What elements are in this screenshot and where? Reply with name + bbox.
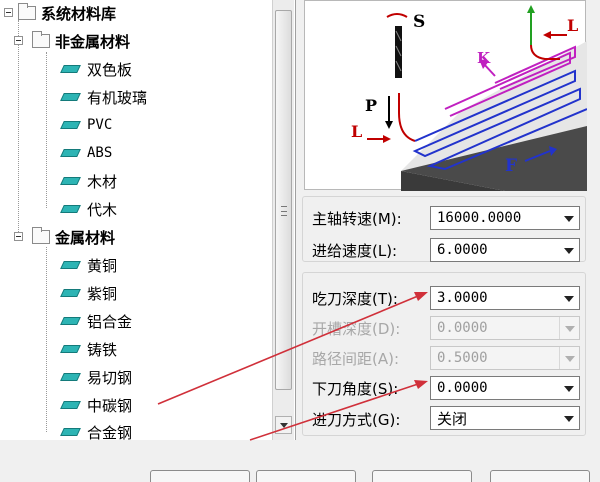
bottom-button-4[interactable] — [490, 470, 590, 482]
tree-item[interactable]: 代木 — [60, 198, 117, 220]
tree-item[interactable]: 紫铜 — [60, 282, 117, 304]
label-l-top: L — [567, 16, 578, 35]
rotation-arrow-icon — [386, 13, 408, 18]
material-icon — [60, 93, 81, 101]
dropdown-arrow-icon — [559, 347, 579, 369]
material-icon — [60, 65, 81, 73]
dropdown-arrow-icon[interactable] — [559, 377, 579, 399]
cut-depth-combo[interactable]: 3.0000 — [430, 286, 580, 310]
slot-depth-combo: 0.0000 — [430, 316, 580, 340]
machining-diagram: S P L K F L — [304, 0, 588, 191]
tree-item[interactable]: ABS — [60, 142, 112, 164]
material-icon — [60, 317, 81, 325]
collapse-icon[interactable] — [14, 36, 23, 45]
entry-mode-combo[interactable]: 关闭 — [430, 406, 580, 430]
tree-item[interactable]: 木材 — [60, 170, 117, 192]
tree-scrollbar[interactable] — [272, 0, 294, 440]
tree-item[interactable]: 铸铁 — [60, 338, 117, 360]
plunge-angle-combo[interactable]: 0.0000 — [430, 376, 580, 400]
bottom-button-1[interactable] — [150, 470, 250, 482]
tree-connector — [46, 52, 47, 208]
feed-speed-value: 6.0000 — [437, 242, 488, 258]
collapse-icon[interactable] — [14, 232, 23, 241]
diagram-svg: S P L K F L — [351, 5, 588, 191]
feed-speed-label: 进给速度(L): — [312, 242, 398, 260]
material-icon — [60, 428, 81, 436]
scroll-thumb[interactable] — [275, 10, 292, 390]
path-spacing-combo: 0.5000 — [430, 346, 580, 370]
tree-item[interactable]: 合金钢 — [60, 421, 132, 440]
label-p: P — [365, 96, 377, 115]
bottom-button-2[interactable] — [256, 470, 356, 482]
plunge-angle-label: 下刀角度(S): — [312, 380, 399, 398]
dropdown-arrow-icon[interactable] — [559, 287, 579, 309]
spindle-speed-label: 主轴转速(M): — [312, 210, 402, 228]
tree-root[interactable]: 系统材料库 — [4, 2, 116, 24]
spindle-speed-combo[interactable]: 16000.0000 — [430, 206, 580, 230]
tree-item[interactable]: 铝合金 — [60, 310, 132, 332]
arrow-up-icon — [527, 5, 535, 13]
tree-item[interactable]: PVC — [60, 114, 112, 136]
label-k: K — [477, 49, 491, 67]
tree-group-label: 非金属材料 — [55, 32, 131, 51]
tree-group-label: 金属材料 — [55, 228, 116, 247]
lead-in-path — [398, 93, 416, 142]
label-f: F — [505, 156, 517, 176]
plunge-angle-value: 0.0000 — [437, 380, 488, 396]
label-l-left: L — [351, 122, 362, 141]
folder-icon — [18, 3, 36, 20]
path-spacing-value: 0.5000 — [437, 350, 488, 366]
dropdown-arrow-icon[interactable] — [559, 239, 579, 261]
material-icon — [60, 345, 81, 353]
dropdown-arrow-icon — [559, 317, 579, 339]
scroll-down-button[interactable] — [275, 416, 292, 434]
tree-item[interactable]: 黄铜 — [60, 254, 117, 276]
tree-group-nonmetal[interactable]: 非金属材料 — [14, 30, 130, 52]
cut-depth-label: 吃刀深度(T): — [312, 290, 398, 308]
material-icon — [60, 177, 81, 185]
label-s: S — [413, 12, 425, 32]
entry-mode-label: 进刀方式(G): — [312, 411, 401, 429]
tree-item[interactable]: 中碳钢 — [60, 394, 132, 416]
tree-item[interactable]: 易切钢 — [60, 366, 132, 388]
material-icon — [60, 289, 81, 297]
material-icon — [60, 261, 81, 269]
folder-icon — [32, 227, 50, 244]
slot-depth-label: 开槽深度(D): — [312, 320, 401, 338]
tree-item[interactable]: 双色板 — [60, 58, 132, 80]
material-icon — [60, 205, 81, 213]
material-icon — [60, 373, 81, 381]
tree-item[interactable]: 有机玻璃 — [60, 86, 147, 108]
material-icon — [60, 121, 81, 129]
path-spacing-label: 路径间距(A): — [312, 350, 400, 368]
material-tree[interactable]: 系统材料库 非金属材料 双色板 有机玻璃 PVC ABS 木材 代木 金属材料 … — [0, 0, 296, 440]
material-icon — [60, 149, 81, 157]
tree-root-label: 系统材料库 — [41, 4, 117, 23]
material-icon — [60, 401, 81, 409]
spindle-speed-value: 16000.0000 — [437, 210, 522, 226]
collapse-icon[interactable] — [4, 8, 13, 17]
grip-icon — [281, 206, 287, 216]
bottom-button-3[interactable] — [372, 470, 472, 482]
arrow-right-icon — [383, 135, 391, 143]
tree-connector — [46, 247, 47, 432]
feed-speed-combo[interactable]: 6.0000 — [430, 238, 580, 262]
tree-group-metal[interactable]: 金属材料 — [14, 226, 115, 248]
dropdown-arrow-icon[interactable] — [559, 407, 579, 429]
tree-connector — [18, 20, 19, 240]
folder-icon — [32, 31, 50, 48]
arrow-down-icon — [385, 121, 393, 129]
slot-depth-value: 0.0000 — [437, 320, 488, 336]
entry-mode-value: 关闭 — [437, 409, 468, 428]
dropdown-arrow-icon[interactable] — [559, 207, 579, 229]
cut-depth-value: 3.0000 — [437, 290, 488, 306]
